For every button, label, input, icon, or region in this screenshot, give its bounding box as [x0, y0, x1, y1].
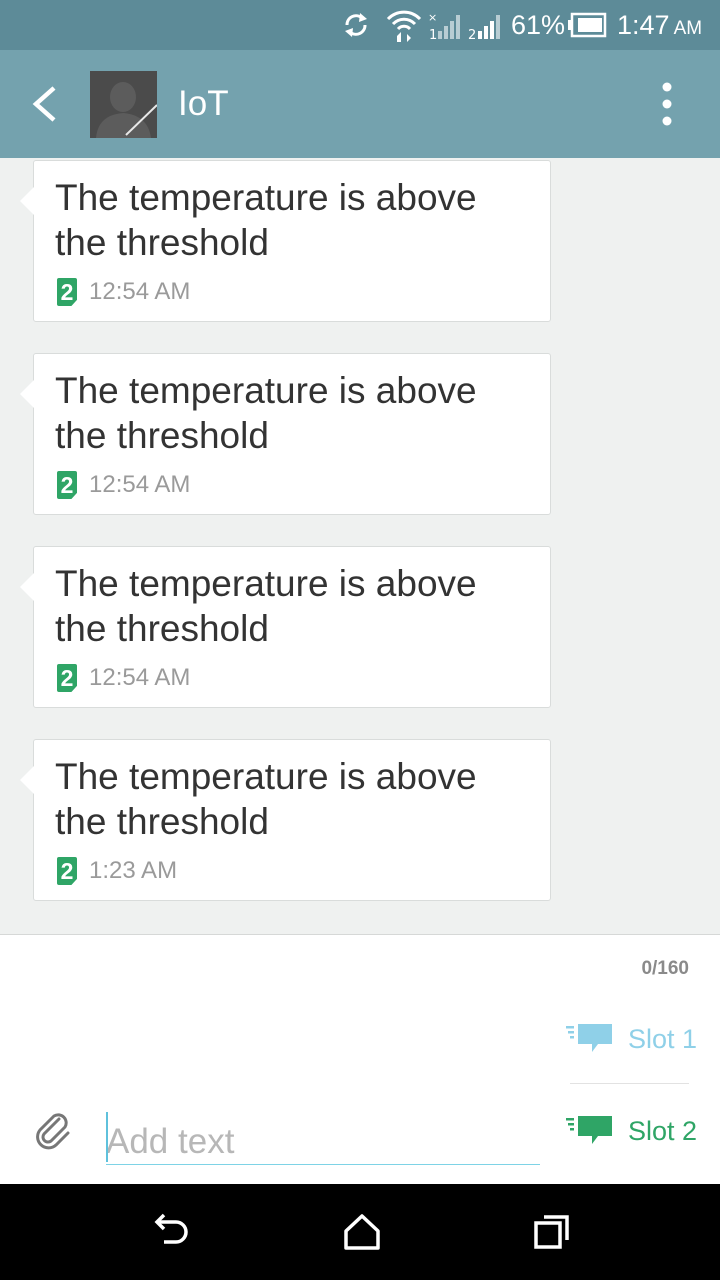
bubble-tail — [20, 187, 34, 215]
message-bubble[interactable]: The temperature is above the threshold 2… — [20, 353, 551, 515]
bubble-tail — [20, 380, 34, 408]
message-time: 1:23 AM — [89, 857, 178, 884]
battery-percent: 61% — [511, 9, 566, 40]
message-bubble[interactable]: The temperature is above the threshold 2… — [20, 739, 551, 901]
message-input[interactable] — [106, 1119, 540, 1165]
slot-divider — [570, 1083, 689, 1084]
clock: 1:47 AM — [617, 0, 702, 50]
slot1-label: Slot 1 — [628, 1023, 698, 1054]
sim1-label: 1 — [429, 28, 437, 41]
person-silhouette-icon — [90, 71, 157, 138]
send-slot2-button[interactable]: Slot 2 — [566, 1109, 697, 1153]
clock-time: 1:47 — [617, 9, 670, 40]
message-meta: 2 1:23 AM — [57, 856, 177, 886]
conversation-title: IoT — [178, 84, 229, 123]
message-text: The temperature is above the threshold — [55, 370, 477, 456]
slot2-label: Slot 2 — [628, 1115, 698, 1146]
sim2-label: 2 — [468, 28, 476, 41]
message-time: 12:54 AM — [89, 664, 191, 691]
message-list[interactable]: The temperature is above the threshold 2… — [0, 158, 720, 934]
sim-slot-badge: 2 — [57, 857, 77, 885]
wifi-icon — [385, 0, 423, 50]
nav-home-button[interactable] — [340, 1210, 384, 1254]
message-text: The temperature is above the threshold — [55, 756, 477, 842]
contact-avatar[interactable] — [90, 71, 157, 138]
sync-icon — [340, 0, 372, 50]
nav-home-icon — [344, 1214, 380, 1250]
nav-recents-icon — [534, 1215, 569, 1249]
status-bar: × 1 2 61% 1:47 AM — [0, 0, 720, 50]
overflow-menu-button[interactable] — [650, 80, 684, 130]
navigation-bar — [0, 1184, 720, 1280]
app-bar: IoT — [0, 50, 720, 158]
message-meta: 2 12:54 AM — [57, 663, 190, 693]
compose-panel: 0/160 Slot 1 Slot 2 — [0, 934, 720, 1184]
sim-slot-badge: 2 — [57, 278, 77, 306]
back-arrow-icon — [32, 86, 56, 122]
attach-button[interactable] — [32, 1109, 74, 1151]
send-message-slot2-icon — [566, 1116, 612, 1144]
message-meta: 2 12:54 AM — [57, 277, 190, 307]
paperclip-icon — [36, 1113, 70, 1150]
text-cursor — [106, 1112, 108, 1162]
message-text: The temperature is above the threshold — [55, 177, 477, 263]
message-time: 12:54 AM — [89, 471, 191, 498]
signal-sim2-icon: 2 — [468, 0, 502, 50]
message-time: 12:54 AM — [89, 278, 191, 305]
svg-text:×: × — [428, 11, 437, 24]
message-text: The temperature is above the threshold — [55, 563, 477, 649]
bubble-tail — [20, 766, 34, 794]
send-slot1-button[interactable]: Slot 1 — [566, 1017, 697, 1061]
send-message-slot1-icon — [566, 1024, 612, 1052]
message-meta: 2 12:54 AM — [57, 470, 190, 500]
battery-icon — [568, 0, 608, 50]
overflow-menu-icon — [662, 82, 672, 126]
nav-back-button[interactable] — [150, 1210, 194, 1254]
bubble-tail — [20, 573, 34, 601]
nav-back-icon — [154, 1213, 188, 1244]
clock-ampm: AM — [673, 17, 703, 39]
sim-slot-badge: 2 — [57, 471, 77, 499]
character-counter: 0/160 — [641, 958, 689, 979]
message-bubble[interactable]: The temperature is above the threshold 2… — [20, 546, 551, 708]
signal-sim1-icon: × 1 — [428, 0, 462, 50]
back-button[interactable] — [22, 80, 70, 128]
nav-recents-button[interactable] — [530, 1210, 574, 1254]
message-bubble[interactable]: The temperature is above the threshold 2… — [20, 160, 551, 322]
sim-slot-badge: 2 — [57, 664, 77, 692]
